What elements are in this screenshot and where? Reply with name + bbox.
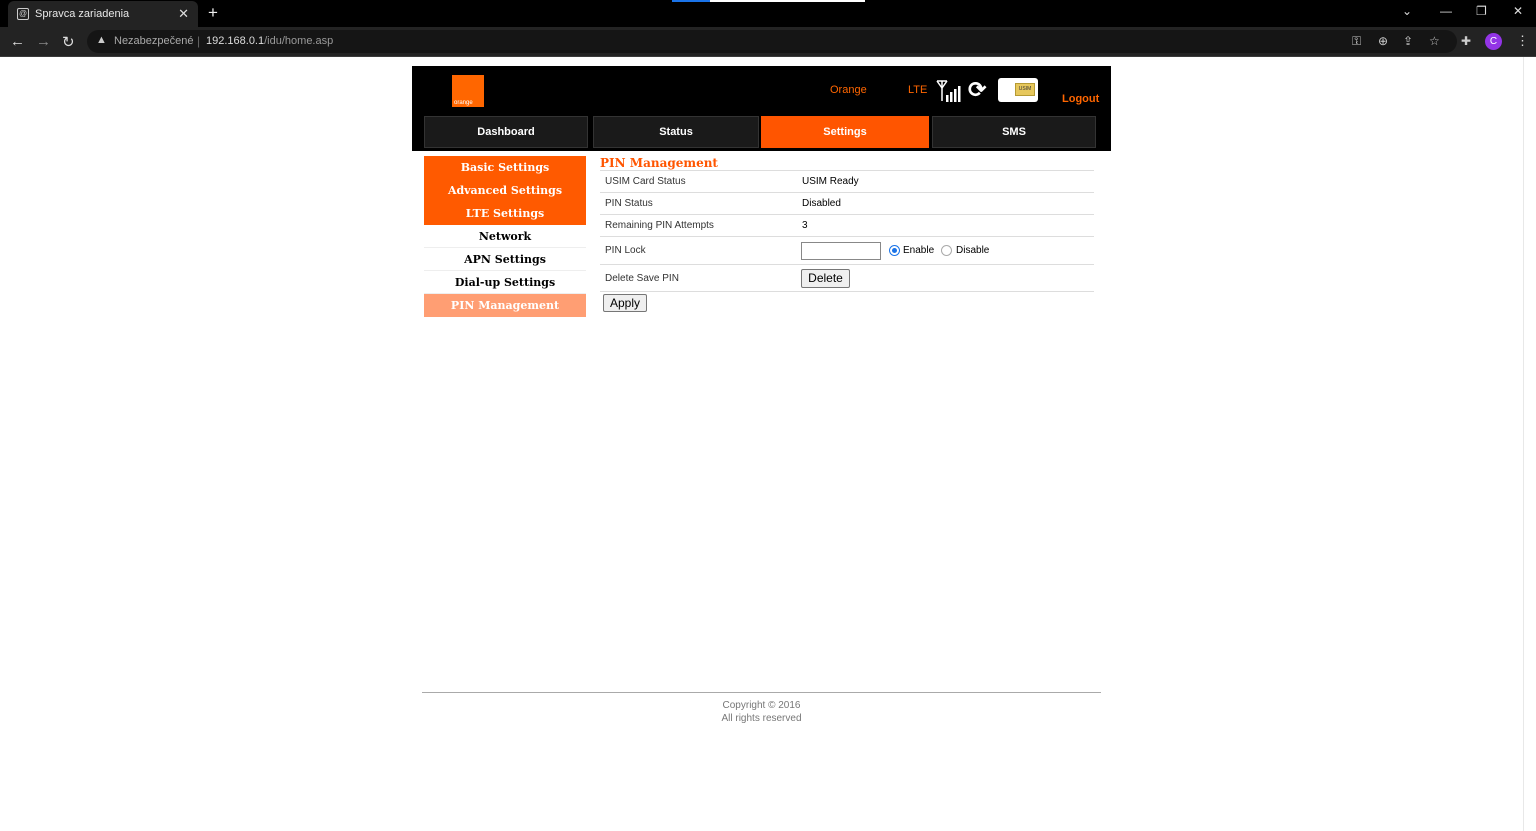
minimize-icon[interactable]: — bbox=[1440, 4, 1452, 18]
nav-settings[interactable]: Settings bbox=[761, 116, 929, 148]
nav-status[interactable]: Status bbox=[593, 116, 759, 148]
remaining-attempts-value: 3 bbox=[802, 220, 808, 231]
nav-sms[interactable]: SMS bbox=[932, 116, 1096, 148]
zoom-icon[interactable]: ⊕ bbox=[1378, 34, 1388, 48]
menu-network[interactable]: Network bbox=[424, 225, 586, 248]
pin-management-panel: PIN Management USIM Card Status USIM Rea… bbox=[600, 156, 1094, 312]
url-field[interactable]: ▲ Nezabezpečené | 192.168.0.1/idu/home.a… bbox=[87, 30, 1457, 53]
nav-dashboard[interactable]: Dashboard bbox=[424, 116, 588, 148]
pin-lock-field[interactable] bbox=[801, 242, 881, 260]
table-row: Delete Save PIN Delete bbox=[600, 264, 1094, 292]
table-row: Remaining PIN Attempts 3 bbox=[600, 214, 1094, 236]
page-scrollbar[interactable] bbox=[1523, 57, 1536, 831]
browser-menu-icon[interactable]: ⋮ bbox=[1516, 33, 1529, 49]
back-icon[interactable]: ← bbox=[10, 33, 25, 50]
pin-lock-label: PIN Lock bbox=[605, 245, 646, 256]
usim-status-label: USIM Card Status bbox=[605, 176, 686, 187]
menu-lte-settings[interactable]: LTE Settings bbox=[424, 202, 586, 225]
tab-close-icon[interactable]: ✕ bbox=[178, 6, 189, 22]
security-label: Nezabezpečené bbox=[114, 35, 194, 47]
sim-card-icon: USIM bbox=[998, 78, 1038, 102]
operator-name: Orange bbox=[830, 84, 867, 96]
globe-icon: @ bbox=[17, 8, 29, 20]
disable-radio[interactable] bbox=[941, 245, 952, 256]
restore-icon[interactable]: ❐ bbox=[1476, 4, 1487, 18]
pin-status-value: Disabled bbox=[802, 198, 841, 209]
browser-tab[interactable]: @ Spravca zariadenia ✕ bbox=[8, 1, 198, 27]
connection-refresh-icon[interactable]: ⟳ bbox=[968, 77, 986, 103]
table-row: USIM Card Status USIM Ready bbox=[600, 170, 1094, 192]
usim-status-value: USIM Ready bbox=[802, 176, 859, 187]
menu-apn-settings[interactable]: APN Settings bbox=[424, 248, 586, 271]
close-window-icon[interactable]: ✕ bbox=[1513, 4, 1523, 18]
profile-avatar[interactable]: C bbox=[1485, 33, 1502, 50]
warning-icon: ▲ bbox=[96, 34, 107, 46]
tab-strip-indicator bbox=[672, 0, 865, 2]
signal-strength-icon bbox=[936, 80, 961, 102]
menu-dialup-settings[interactable]: Dial-up Settings bbox=[424, 271, 586, 294]
network-type: LTE bbox=[908, 84, 928, 96]
browser-tab-strip: @ Spravca zariadenia ✕ + ⌄ — ❐ ✕ bbox=[0, 0, 1536, 27]
enable-radio[interactable] bbox=[889, 245, 900, 256]
pin-status-label: PIN Status bbox=[605, 198, 653, 209]
page-title: PIN Management bbox=[600, 156, 718, 170]
address-bar-row: ← → ↻ ▲ Nezabezpečené | 192.168.0.1/idu/… bbox=[0, 27, 1536, 57]
menu-advanced-settings[interactable]: Advanced Settings bbox=[424, 179, 586, 202]
extensions-icon[interactable]: ✚ bbox=[1461, 34, 1471, 48]
url-text: 192.168.0.1/idu/home.asp bbox=[206, 35, 334, 47]
new-tab-button[interactable]: + bbox=[208, 3, 218, 23]
main-nav: Dashboard Status Settings SMS bbox=[424, 116, 1100, 148]
share-icon[interactable]: ⇪ bbox=[1403, 34, 1413, 48]
footer: Copyright © 2016 All rights reserved bbox=[412, 699, 1111, 725]
remaining-attempts-label: Remaining PIN Attempts bbox=[605, 220, 714, 231]
key-icon[interactable]: ⚿ bbox=[1352, 34, 1361, 49]
rights-text: All rights reserved bbox=[721, 713, 802, 724]
tab-search-icon[interactable]: ⌄ bbox=[1402, 4, 1412, 18]
copyright-text: Copyright © 2016 bbox=[722, 700, 801, 711]
delete-pin-label: Delete Save PIN bbox=[605, 273, 679, 284]
table-row: PIN Status Disabled bbox=[600, 192, 1094, 214]
bookmark-star-icon[interactable]: ☆ bbox=[1429, 34, 1440, 48]
menu-pin-management[interactable]: PIN Management bbox=[424, 294, 586, 317]
tab-title: Spravca zariadenia bbox=[35, 8, 130, 20]
reload-icon[interactable]: ↻ bbox=[62, 33, 75, 51]
delete-button[interactable]: Delete bbox=[801, 269, 850, 288]
enable-label: Enable bbox=[903, 245, 935, 256]
disable-label: Disable bbox=[956, 245, 990, 256]
settings-side-menu: Basic Settings Advanced Settings LTE Set… bbox=[424, 156, 586, 317]
menu-basic-settings[interactable]: Basic Settings bbox=[424, 156, 586, 179]
apply-button[interactable]: Apply bbox=[603, 294, 647, 312]
footer-divider bbox=[422, 692, 1101, 693]
orange-logo: orange bbox=[452, 75, 484, 107]
forward-icon[interactable]: → bbox=[36, 33, 51, 50]
logout-link[interactable]: Logout bbox=[1062, 93, 1099, 105]
table-row: PIN Lock Enable Disable bbox=[600, 236, 1094, 264]
